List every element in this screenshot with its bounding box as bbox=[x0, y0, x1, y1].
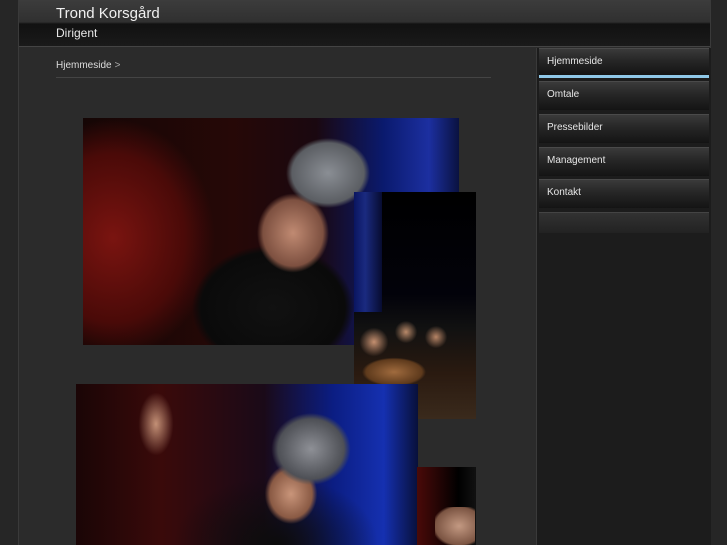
page-container: Trond Korsgård Dirigent Hjemmeside > Hjem… bbox=[18, 0, 711, 545]
site-subtitle: Dirigent bbox=[56, 26, 98, 40]
nav-item-label: Pressebilder bbox=[547, 122, 603, 133]
main-content: Hjemmeside > bbox=[19, 48, 536, 545]
nav-item-hjemmeside[interactable]: Hjemmeside bbox=[539, 48, 709, 78]
nav-item-pressebilder[interactable]: Pressebilder bbox=[539, 114, 709, 143]
breadcrumb-item-home[interactable]: Hjemmeside bbox=[56, 60, 112, 71]
nav-spacer bbox=[539, 212, 709, 233]
breadcrumb-separator: > bbox=[114, 60, 121, 71]
nav-item-kontakt[interactable]: Kontakt bbox=[539, 179, 709, 208]
conductor-photo-3 bbox=[417, 467, 476, 545]
conductor-photo-2 bbox=[76, 384, 418, 545]
sidebar-nav: Hjemmeside Omtale Pressebilder Managemen… bbox=[536, 48, 711, 545]
breadcrumb: Hjemmeside > bbox=[56, 60, 120, 71]
site-header: Trond Korsgård Dirigent bbox=[19, 0, 710, 47]
nav-item-label: Hjemmeside bbox=[547, 56, 603, 67]
nav-item-label: Kontakt bbox=[547, 187, 581, 198]
nav-item-management[interactable]: Management bbox=[539, 147, 709, 176]
site-title[interactable]: Trond Korsgård bbox=[56, 5, 160, 22]
nav-item-label: Management bbox=[547, 155, 606, 166]
divider bbox=[56, 77, 491, 78]
nav-item-label: Omtale bbox=[547, 89, 580, 100]
nav-item-omtale[interactable]: Omtale bbox=[539, 81, 709, 110]
